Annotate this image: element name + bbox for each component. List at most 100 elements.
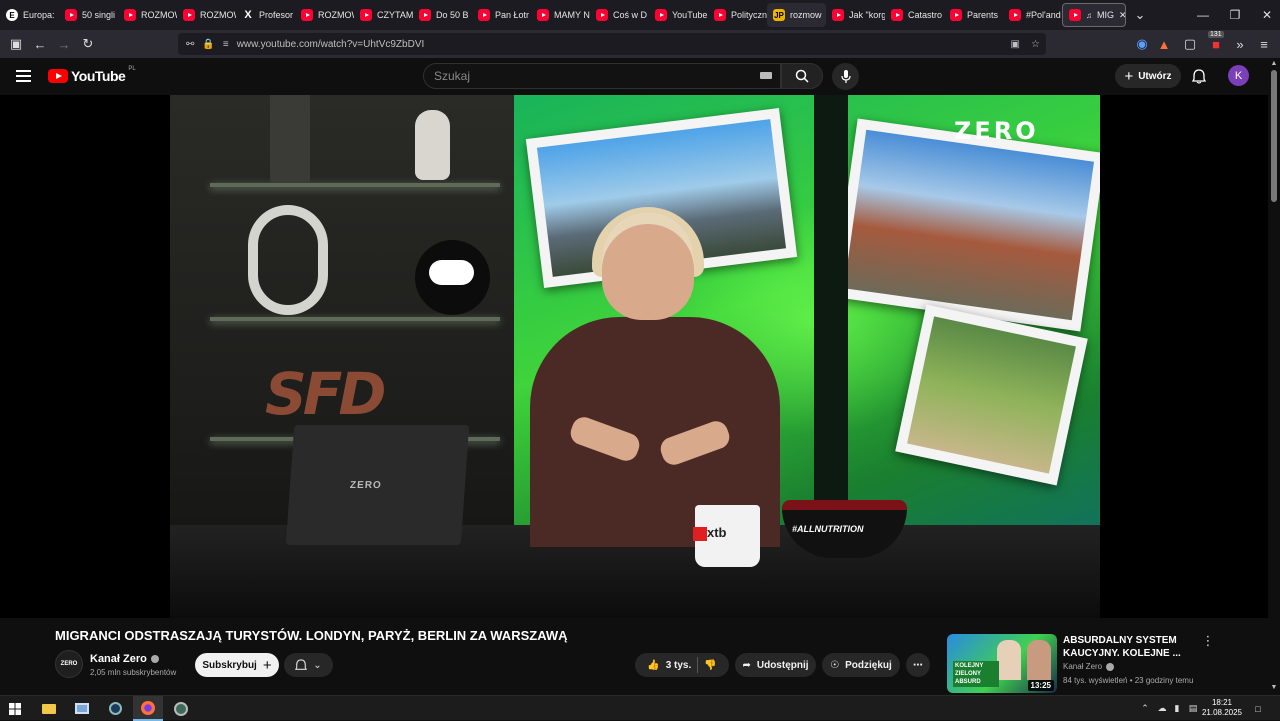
picture-in-picture-icon[interactable]: ▣ [1011, 39, 1020, 50]
thanks-button[interactable]: ☉ Podziękuj [822, 653, 900, 677]
lock-icon[interactable]: 🔒 [202, 39, 214, 50]
video-title: MIGRANCI ODSTRASZAJĄ TURYSTÓW. LONDYN, P… [55, 628, 568, 643]
tray-overflow-icon[interactable]: ⌃ [1138, 696, 1152, 721]
browser-tab[interactable]: E Europa: [0, 3, 59, 27]
bell-icon [1192, 68, 1206, 84]
sidebar-toggle-icon[interactable]: ▣ [4, 32, 28, 56]
browser-tab[interactable]: Do 50 B [413, 3, 472, 27]
channel-avatar[interactable]: ZERO [55, 650, 83, 678]
bookmark-star-icon[interactable]: ☆ [1031, 39, 1040, 50]
notifications-center-icon[interactable]: □ [1250, 696, 1266, 721]
firefox-extension-icon[interactable]: ▲ [1152, 32, 1176, 56]
app-icon[interactable] [166, 696, 196, 721]
youtube-logo-text: YouTube [71, 68, 126, 84]
usb-icon[interactable]: ▮ [1170, 696, 1184, 721]
youtube-icon [301, 9, 313, 21]
shield-icon[interactable]: ⚯ [186, 39, 194, 50]
voice-search-button[interactable] [832, 63, 859, 90]
mug: xtb [693, 505, 760, 567]
youtube-icon [832, 9, 844, 21]
share-button[interactable]: ➦ Udostępnij [735, 653, 816, 677]
maximize-icon[interactable]: ❐ [1219, 0, 1251, 30]
steam-icon[interactable] [100, 696, 130, 721]
more-vertical-icon[interactable]: ⋮ [1200, 634, 1216, 650]
cloud-icon[interactable]: ☁ [1154, 696, 1170, 721]
notifications-button[interactable] [1191, 68, 1207, 84]
tab-title: CZYTAM [377, 10, 413, 20]
youtube-logo[interactable]: YouTube PL [48, 66, 136, 84]
speaker-icon[interactable]: ♫ [1086, 11, 1092, 20]
browser-tab[interactable]: Catastro [885, 3, 944, 27]
page-scrollbar[interactable]: ▲ ▼ [1268, 58, 1280, 695]
bowl-logo: #ALLNUTRITION [792, 524, 864, 534]
like-button[interactable]: 👍 3 tys. [647, 660, 691, 671]
recommended-channel[interactable]: Kanał Zero [1063, 662, 1115, 671]
guide-menu-icon[interactable] [16, 70, 31, 82]
browser-tab[interactable]: CZYTAM [354, 3, 413, 27]
list-all-tabs-icon[interactable]: ⌄ [1126, 7, 1154, 23]
subscribe-button[interactable]: Subskrybuj + [195, 653, 279, 677]
start-button[interactable] [0, 696, 30, 721]
tab-title: YouTube [672, 10, 708, 20]
video-frame[interactable]: SFD ZERO ZERO xtb #ALLNUTRITION [170, 95, 1100, 618]
youtube-icon [891, 9, 903, 21]
scroll-up-icon[interactable]: ▲ [1270, 60, 1278, 67]
shelf [210, 317, 500, 321]
browser-tab[interactable]: Polityczn [708, 3, 767, 27]
browser-tab[interactable]: JP rozmow [767, 3, 826, 27]
browser-tab[interactable]: ROZMOW [295, 3, 354, 27]
browser-tab[interactable]: ROZMOWA [118, 3, 177, 27]
reload-icon[interactable]: ↻ [76, 32, 100, 56]
overflow-chevron-icon[interactable]: » [1228, 32, 1252, 56]
browser-tab[interactable]: Coś w D [590, 3, 649, 27]
search-button[interactable] [781, 63, 823, 89]
video-player[interactable]: SFD ZERO ZERO xtb #ALLNUTRITION [0, 95, 1268, 618]
permissions-icon[interactable]: ≡ [223, 39, 229, 50]
recommended-title[interactable]: ABSURDALNY SYSTEM KAUCYJNY. KOLEJNE ... [1063, 634, 1193, 660]
file-explorer-icon[interactable] [34, 696, 64, 721]
keyboard-icon[interactable] [760, 72, 772, 79]
sfd-logo: SFD [265, 360, 387, 428]
extensions-puzzle-icon[interactable]: ▢ [1178, 32, 1202, 56]
search-input[interactable]: Szukaj [423, 63, 781, 89]
browser-tab[interactable]: Parents [944, 3, 1003, 27]
url-text[interactable]: www.youtube.com/watch?v=UhtVc9ZbDVI [237, 39, 425, 50]
youtube-icon [596, 9, 608, 21]
browser-tab[interactable]: Jak "korg [826, 3, 885, 27]
close-tab-icon[interactable]: ✕ [1119, 10, 1125, 21]
browser-tab[interactable]: #Pol'and [1003, 3, 1062, 27]
browser-tab[interactable]: ROZMOW [177, 3, 236, 27]
browser-tab[interactable]: X Profesor [236, 3, 295, 27]
menu-icon[interactable]: ≡ [1252, 32, 1276, 56]
ublock-extension-icon[interactable]: 131 ■ [1204, 31, 1228, 56]
recommended-thumbnail[interactable]: KOLEJNY ZIELONY ABSURD 13:25 [947, 634, 1057, 693]
avatar[interactable]: K [1228, 65, 1249, 86]
close-window-icon[interactable]: ✕ [1251, 0, 1280, 30]
minimize-icon[interactable]: — [1187, 0, 1219, 30]
browser-tab[interactable]: YouTube [649, 3, 708, 27]
browser-tab[interactable]: MAMY N [531, 3, 590, 27]
youtube-header: YouTube PL Szukaj + Utwórz K [0, 58, 1268, 95]
address-bar[interactable]: ⚯ 🔒 ≡ www.youtube.com/watch?v=UhtVc9ZbDV… [178, 33, 1046, 55]
browser-tab[interactable]: Pan Łotr [472, 3, 531, 27]
dislike-button[interactable]: 👎 [704, 660, 716, 671]
notification-settings-button[interactable]: ⌄ [284, 653, 333, 677]
browser-tab[interactable]: ♫ MIG ✕ [1062, 3, 1126, 27]
firefox-icon[interactable] [133, 696, 163, 721]
scrollbar-thumb[interactable] [1271, 70, 1277, 202]
scroll-down-icon[interactable]: ▼ [1270, 684, 1278, 691]
monitor-app-icon[interactable] [67, 696, 97, 721]
video-duration: 13:25 [1027, 680, 1054, 691]
clock[interactable]: 18:21 21.08.2025 [1198, 698, 1246, 718]
channel-name[interactable]: Kanał Zero [90, 653, 159, 665]
tab-title: Pan Łotr [495, 10, 530, 20]
back-icon[interactable]: ← [28, 32, 52, 56]
vpn-extension-icon[interactable]: ◉ [1130, 32, 1154, 56]
tab-title: Profesor [259, 10, 294, 20]
forward-icon[interactable]: → [52, 32, 76, 56]
laptop: ZERO [285, 425, 470, 545]
create-button[interactable]: + Utwórz [1115, 64, 1181, 88]
more-actions-button[interactable]: ⋯ [906, 653, 930, 677]
chevron-down-icon: ⌄ [313, 659, 322, 671]
browser-tab[interactable]: 50 singli [59, 3, 118, 27]
